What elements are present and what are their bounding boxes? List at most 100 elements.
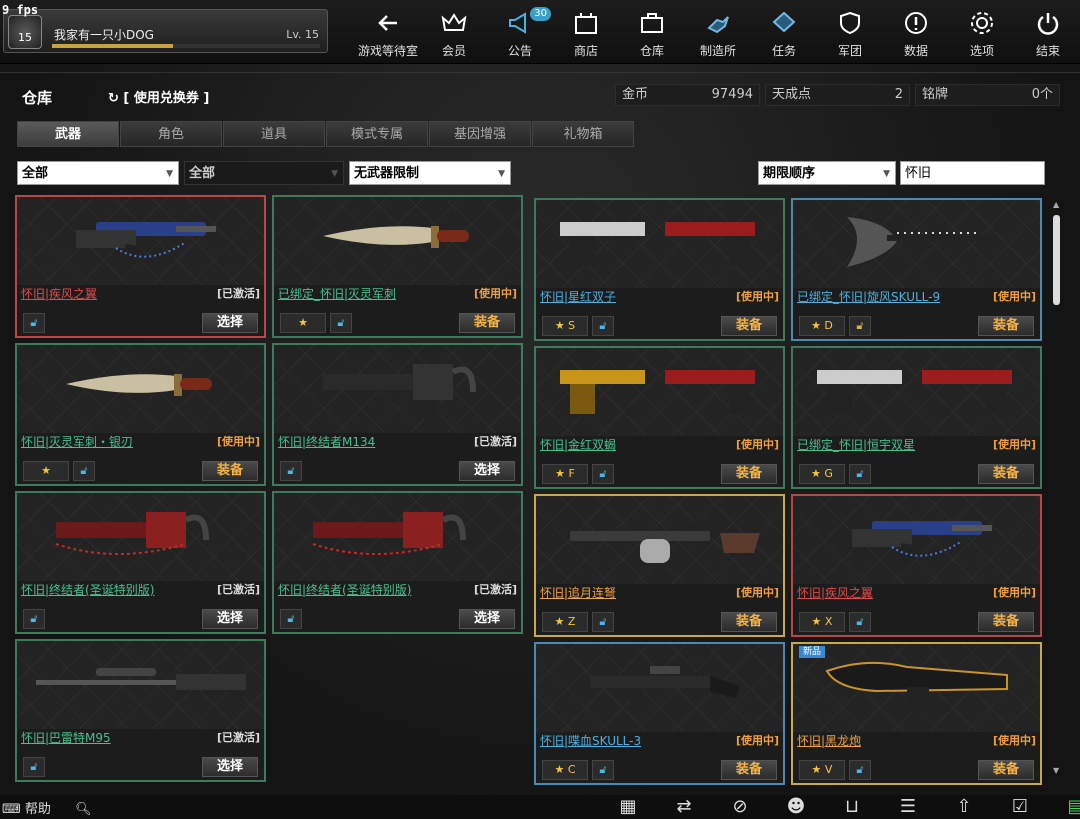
friends-icon[interactable]: ☻ [768, 795, 824, 819]
upgrade-icon[interactable]: ⇧ [936, 795, 992, 819]
inventory-item[interactable]: 怀旧|终结者(圣诞特别版) [已激活] 🔓︎ 选择 [272, 491, 523, 634]
compass-icon[interactable]: ⊘ [712, 795, 768, 819]
search-icon[interactable]: 🔍︎ [75, 802, 92, 817]
weapon-name[interactable]: 怀旧|黑龙炮 [797, 732, 861, 749]
hotkey-star-icon[interactable]: ★ Z [542, 612, 588, 632]
weapon-name[interactable]: 已绑定_怀旧|恒宇双星 [797, 436, 915, 453]
lock-icon[interactable]: 🔓︎ [330, 313, 352, 333]
lock-icon[interactable]: 🔓︎ [849, 612, 871, 632]
equip-button[interactable]: 装备 [978, 612, 1034, 632]
inventory-item[interactable]: 怀旧|灭灵军刺・银刃 [使用中] ★ 🔓︎ 装备 [15, 343, 266, 486]
weapon-name[interactable]: 怀旧|疾风之翼 [797, 584, 873, 601]
checklist-icon[interactable]: ☰ [880, 795, 936, 819]
filter-dropdown-1[interactable]: 全部 ▼ [17, 161, 179, 185]
hotkey-star-icon[interactable]: ★ V [799, 760, 845, 780]
weapon-name[interactable]: 怀旧|灭灵军刺・银刃 [21, 433, 133, 450]
lock-icon[interactable]: 🔓︎ [23, 757, 45, 777]
weapon-name[interactable]: 怀旧|疾风之翼 [21, 285, 97, 302]
inventory-item[interactable]: 怀旧|疾风之翼 [使用中] ★ X 🔓︎ 装备 [791, 494, 1042, 637]
weapon-name[interactable]: 怀旧|金红双蝎 [540, 436, 616, 453]
equip-button[interactable]: 装备 [978, 316, 1034, 336]
equip-button[interactable]: 装备 [978, 464, 1034, 484]
nav-crown[interactable]: 会员 [421, 0, 487, 64]
inventory-item[interactable]: 怀旧|喋血SKULL-3 [使用中] ★ C 🔓︎ 装备 [534, 642, 785, 785]
nav-power[interactable]: 结束 [1015, 0, 1080, 64]
lock-icon[interactable]: 🔓︎ [849, 760, 871, 780]
weapon-name[interactable]: 已绑定_怀旧|灭灵军刺 [278, 285, 396, 302]
hotkey-star-icon[interactable]: ★ S [542, 316, 588, 336]
coupon-button[interactable]: ↻ [ 使用兑换券 ] [108, 87, 209, 106]
sort-dropdown[interactable]: 期限顺序 ▼ [758, 161, 896, 185]
weapon-name[interactable]: 怀旧|星红双子 [540, 288, 616, 305]
clipboard-icon[interactable]: ☑ [992, 795, 1048, 819]
nav-info[interactable]: 数据 [883, 0, 949, 64]
calendar-icon[interactable]: ▦ [600, 795, 656, 819]
weapon-name[interactable]: 怀旧|追月连弩 [540, 584, 616, 601]
equip-button[interactable]: 装备 [459, 313, 515, 333]
equip-button[interactable]: 装备 [721, 612, 777, 632]
tab-5[interactable]: 礼物箱 [532, 121, 634, 147]
weapon-name[interactable]: 怀旧|终结者(圣诞特别版) [278, 581, 411, 598]
lock-icon[interactable]: 🔓︎ [849, 316, 871, 336]
tab-1[interactable]: 角色 [120, 121, 222, 147]
select-button[interactable]: 选择 [459, 609, 515, 629]
inventory-item[interactable]: 怀旧|星红双子 [使用中] ★ S 🔓︎ 装备 [534, 198, 785, 341]
nav-craft[interactable]: 制造所 [685, 0, 751, 64]
nav-shop[interactable]: 商店 [553, 0, 619, 64]
inventory-item[interactable]: 已绑定_怀旧|灭灵军刺 [使用中] ★ 🔓︎ 装备 [272, 195, 523, 338]
exchange-icon[interactable]: ⇄ [656, 795, 712, 819]
help-button[interactable]: ⌨ 帮助 🔍︎ [2, 798, 92, 817]
tab-3[interactable]: 模式专属 [326, 121, 428, 147]
scrollbar[interactable]: ▲ ▼ [1052, 200, 1062, 775]
lock-icon[interactable]: 🔓︎ [592, 316, 614, 336]
scrollbar-thumb[interactable] [1053, 215, 1060, 305]
inventory-item[interactable]: 怀旧|追月连弩 [使用中] ★ Z 🔓︎ 装备 [534, 494, 785, 637]
inventory-item[interactable]: 怀旧|疾风之翼 [已激活] 🔓︎ 选择 [15, 195, 266, 338]
nav-megaphone[interactable]: 30 公告 [487, 0, 553, 64]
lock-icon[interactable]: 🔓︎ [23, 313, 45, 333]
hotkey-star-icon[interactable]: ★ G [799, 464, 845, 484]
select-button[interactable]: 选择 [202, 609, 258, 629]
select-button[interactable]: 选择 [459, 461, 515, 481]
equip-button[interactable]: 装备 [721, 464, 777, 484]
lock-icon[interactable]: 🔓︎ [849, 464, 871, 484]
nav-arrow-left[interactable]: 游戏等待室 [355, 0, 421, 64]
inventory-item[interactable]: 已绑定_怀旧|恒宇双星 [使用中] ★ G 🔓︎ 装备 [791, 346, 1042, 489]
hotkey-star-icon[interactable]: ★ F [542, 464, 588, 484]
hotkey-star-icon[interactable]: ★ D [799, 316, 845, 336]
inventory-item[interactable]: 怀旧|终结者M134 [已激活] 🔓︎ 选择 [272, 343, 523, 486]
film-icon[interactable]: ▤ [1048, 795, 1080, 819]
inventory-item[interactable]: 已绑定_怀旧|旋风SKULL-9 [使用中] ★ D 🔓︎ 装备 [791, 198, 1042, 341]
hotkey-star-icon[interactable]: ★ C [542, 760, 588, 780]
tab-4[interactable]: 基因增强 [429, 121, 531, 147]
inventory-item[interactable]: 怀旧|巴雷特M95 [已激活] 🔓︎ 选择 [15, 639, 266, 782]
weapon-name[interactable]: 怀旧|喋血SKULL-3 [540, 732, 641, 749]
lock-icon[interactable]: 🔓︎ [73, 461, 95, 481]
hotkey-star-icon[interactable]: ★ X [799, 612, 845, 632]
tab-0[interactable]: 武器 [17, 121, 119, 147]
lock-icon[interactable]: 🔓︎ [23, 609, 45, 629]
lock-icon[interactable]: 🔓︎ [280, 461, 302, 481]
lock-icon[interactable]: 🔓︎ [592, 612, 614, 632]
nav-gear[interactable]: 选项 [949, 0, 1015, 64]
equip-button[interactable]: 装备 [721, 760, 777, 780]
equip-button[interactable]: 装备 [202, 461, 258, 481]
search-input[interactable]: 怀旧 [900, 161, 1045, 185]
filter-dropdown-2[interactable]: 全部 ▼ [184, 161, 344, 185]
nav-shield[interactable]: 军团 [817, 0, 883, 64]
weapon-name[interactable]: 已绑定_怀旧|旋风SKULL-9 [797, 288, 940, 305]
weapon-name[interactable]: 怀旧|终结者(圣诞特别版) [21, 581, 154, 598]
select-button[interactable]: 选择 [202, 757, 258, 777]
inventory-item[interactable]: 新品 怀旧|黑龙炮 [使用中] ★ V 🔓︎ 装备 [791, 642, 1042, 785]
lock-icon[interactable]: 🔓︎ [592, 760, 614, 780]
inventory-item[interactable]: 怀旧|终结者(圣诞特别版) [已激活] 🔓︎ 选择 [15, 491, 266, 634]
hotkey-star-icon[interactable]: ★ [280, 313, 326, 333]
select-button[interactable]: 选择 [202, 313, 258, 333]
lock-icon[interactable]: 🔓︎ [592, 464, 614, 484]
hotkey-star-icon[interactable]: ★ [23, 461, 69, 481]
player-card[interactable]: 15 我家有一只小DOG Lv. 15 [3, 9, 328, 53]
lock-icon[interactable]: 🔓︎ [280, 609, 302, 629]
inventory-item[interactable]: 怀旧|金红双蝎 [使用中] ★ F 🔓︎ 装备 [534, 346, 785, 489]
weapon-name[interactable]: 怀旧|终结者M134 [278, 433, 375, 450]
weapon-name[interactable]: 怀旧|巴雷特M95 [21, 729, 111, 746]
